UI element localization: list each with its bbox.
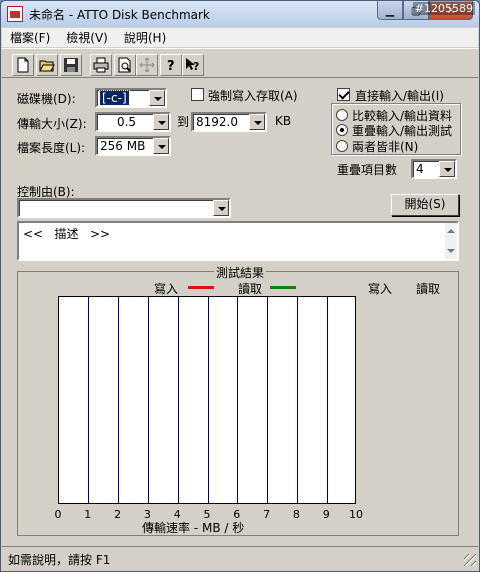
legend-write-label: 寫入 bbox=[154, 282, 179, 296]
force-write-label: 強制寫入存取(A) bbox=[208, 89, 298, 103]
x-tick-label: 0 bbox=[54, 508, 62, 521]
window-title: 未命名 - ATTO Disk Benchmark bbox=[29, 8, 210, 22]
x-tick-label: 1 bbox=[84, 508, 92, 521]
svg-text:?: ? bbox=[193, 60, 199, 73]
new-file-icon[interactable] bbox=[12, 54, 34, 76]
queue-depth-select[interactable]: 4 bbox=[411, 159, 457, 179]
scroll-up-icon[interactable] bbox=[447, 229, 455, 233]
help-icon[interactable]: ? bbox=[160, 54, 182, 76]
results-chart-plot bbox=[58, 296, 356, 504]
chevron-down-icon[interactable] bbox=[153, 114, 169, 130]
status-bar: 如需說明，請按 F1 bbox=[2, 546, 478, 568]
queue-depth-label: 重疊項目數 bbox=[337, 163, 398, 177]
chevron-down-icon[interactable] bbox=[149, 90, 165, 106]
menu-file[interactable]: 檔案(F) bbox=[2, 29, 58, 46]
app-icon[interactable] bbox=[7, 6, 23, 22]
radio-neither-label: 兩者皆非(N) bbox=[352, 140, 419, 154]
test-results-panel: 測試結果 寫入 讀取 寫入 讀取 0 1 2 3 4 5 6 7 8 9 10 傳輸速率 - MB … bbox=[17, 264, 459, 536]
description-text: << 描述 >> bbox=[23, 227, 111, 241]
chevron-down-icon[interactable] bbox=[439, 161, 455, 177]
status-text: 如需說明，請按 F1 bbox=[8, 553, 111, 567]
description-textarea[interactable]: << 描述 >> bbox=[17, 221, 459, 261]
radio-overlapped-label: 重疊輸入/輸出測試 bbox=[352, 124, 453, 138]
direct-io-label: 直接輸入/輸出(I) bbox=[355, 89, 444, 103]
x-axis-label: 傳輸速率 - MB / 秒 bbox=[142, 521, 245, 535]
menu-bar: 檔案(F) 檢視(V) 說明(H) bbox=[2, 28, 478, 47]
print-icon[interactable] bbox=[90, 54, 112, 76]
grid-line bbox=[267, 297, 269, 503]
svg-text:?: ? bbox=[167, 59, 175, 73]
queue-depth-value: 4 bbox=[416, 162, 424, 176]
controlled-by-select[interactable] bbox=[17, 198, 231, 218]
direct-io-checkbox[interactable] bbox=[337, 88, 350, 101]
title-bar[interactable]: 未命名 - ATTO Disk Benchmark ▁ ▢ ✕ #1205589 bbox=[1, 1, 479, 27]
grid-line bbox=[207, 297, 209, 503]
toolbar: ? ? bbox=[2, 48, 478, 78]
resize-grip[interactable] bbox=[464, 554, 476, 566]
transfer-to-select[interactable]: 8192.0 bbox=[191, 112, 267, 132]
transfer-size-label: 傳輸大小(Z): bbox=[17, 117, 87, 131]
file-length-select[interactable]: 256 MB bbox=[95, 136, 171, 156]
transfer-to-value: 8192.0 bbox=[196, 115, 238, 129]
radio-compare-io[interactable] bbox=[336, 109, 348, 121]
x-tick-label: 10 bbox=[349, 508, 363, 521]
radio-neither[interactable] bbox=[336, 140, 348, 152]
x-tick-label: 9 bbox=[322, 508, 330, 521]
transfer-from-select[interactable]: 0.5 bbox=[95, 112, 171, 132]
transfer-from-value: 0.5 bbox=[116, 115, 137, 129]
file-length-value: 256 MB bbox=[100, 139, 146, 153]
move-icon[interactable] bbox=[136, 54, 158, 76]
drive-select[interactable]: [-c-] bbox=[95, 88, 167, 108]
legend-write-line bbox=[188, 286, 214, 289]
description-scrollbar[interactable] bbox=[445, 223, 457, 259]
grid-line bbox=[88, 297, 90, 503]
app-window: 未命名 - ATTO Disk Benchmark ▁ ▢ ✕ #1205589… bbox=[0, 0, 480, 572]
drive-label: 磁碟機(D): bbox=[17, 92, 76, 106]
column-write-header: 寫入 bbox=[368, 282, 393, 296]
save-icon[interactable] bbox=[60, 54, 82, 76]
legend-read-label: 讀取 bbox=[238, 282, 263, 296]
open-folder-icon[interactable] bbox=[36, 54, 58, 76]
column-read-header: 讀取 bbox=[416, 282, 441, 296]
x-tick-label: 7 bbox=[263, 508, 271, 521]
print-preview-icon[interactable] bbox=[114, 54, 136, 76]
x-tick-label: 8 bbox=[292, 508, 300, 521]
menu-help[interactable]: 說明(H) bbox=[116, 29, 174, 46]
grid-line bbox=[118, 297, 120, 503]
watermark-text: #1205589 bbox=[412, 2, 475, 15]
legend-read-line bbox=[270, 286, 296, 289]
to-label: 到 bbox=[177, 115, 190, 129]
unit-label: KB bbox=[275, 114, 292, 128]
results-title: 測試結果 bbox=[214, 264, 267, 281]
scroll-down-icon[interactable] bbox=[447, 249, 455, 253]
context-help-icon[interactable]: ? bbox=[182, 54, 204, 76]
file-length-label: 檔案長度(L): bbox=[17, 141, 86, 155]
grid-line bbox=[237, 297, 239, 503]
grid-line bbox=[296, 297, 298, 503]
minimize-button[interactable]: ▁ bbox=[377, 1, 403, 20]
x-tick-label: 2 bbox=[114, 508, 122, 521]
grid-line bbox=[147, 297, 149, 503]
menu-view[interactable]: 檢視(V) bbox=[58, 29, 116, 46]
start-button[interactable]: 開始(S) bbox=[391, 194, 459, 216]
chevron-down-icon[interactable] bbox=[249, 114, 265, 130]
chevron-down-icon[interactable] bbox=[213, 200, 229, 216]
grid-line bbox=[326, 297, 328, 503]
radio-overlapped-io[interactable] bbox=[336, 124, 348, 136]
drive-selected-value: [-c-] bbox=[99, 90, 130, 106]
grid-line bbox=[177, 297, 179, 503]
force-write-checkbox[interactable] bbox=[191, 88, 204, 101]
chevron-down-icon[interactable] bbox=[153, 138, 169, 154]
